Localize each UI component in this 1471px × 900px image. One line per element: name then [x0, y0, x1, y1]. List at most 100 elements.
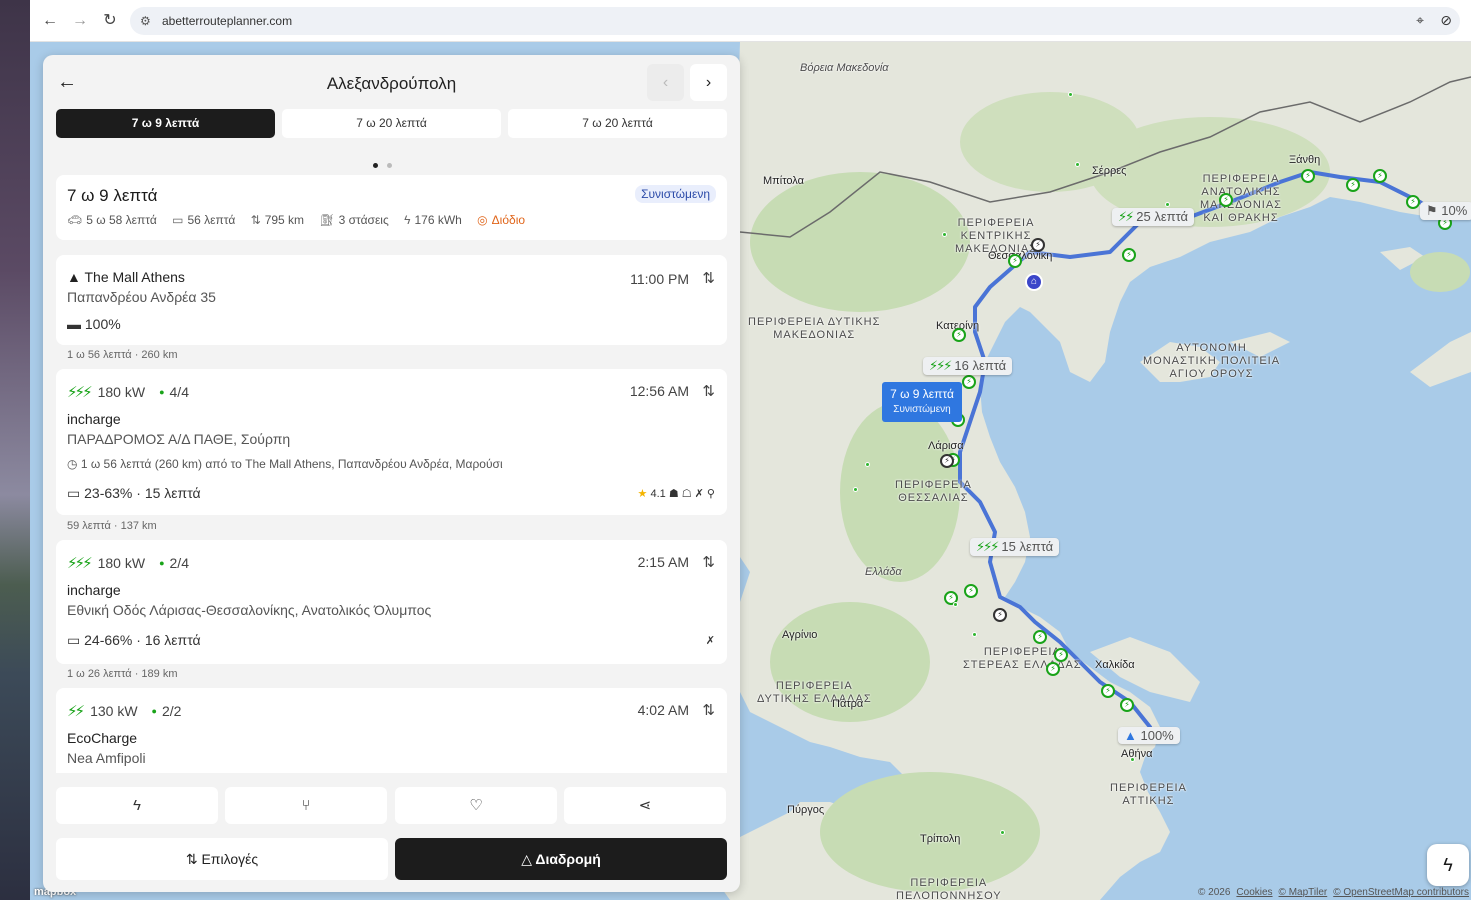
map-label-north-macedonia: Βόρεια Μακεδονία — [800, 62, 889, 74]
charger-dot[interactable] — [1165, 202, 1170, 207]
route-summary-card[interactable]: 7 ω 9 λεπτά Συνιστώμενη 🚗︎ 5 ω 58 λεπτά ▭… — [56, 175, 727, 240]
heart-icon: ♡ — [469, 797, 483, 814]
charging-stop-card[interactable]: ⚡⚡ 130 kW 2/2 4:02 AM ⇅ EcoCharge Nea Amfi… — [56, 688, 727, 773]
map-label-xanthi: Ξάνθη — [1289, 154, 1321, 166]
chip-label: 16 λεπτά — [954, 358, 1007, 373]
stop-charge-range: 23-63% — [84, 485, 133, 501]
maptiler-link[interactable]: © MapTiler — [1279, 887, 1328, 898]
back-arrow-icon[interactable]: ← — [38, 9, 62, 33]
charger-pin[interactable]: ⚡ — [1373, 169, 1387, 183]
charger-dot[interactable] — [865, 462, 870, 467]
stop-availability: 2/2 — [152, 703, 182, 719]
site-settings-icon[interactable]: ⚙ — [140, 14, 151, 28]
eye-slash-icon[interactable]: ⊘ — [1440, 12, 1452, 29]
charger-pin[interactable]: ⚡ — [1120, 698, 1134, 712]
waypoint-pin[interactable]: ⚡ — [1031, 238, 1045, 252]
map-label-thessaly: ΠΕΡΙΦΕΡΕΙΑ ΘΕΣΣΑΛΙΑΣ — [895, 479, 972, 504]
charge-duration-chip[interactable]: ⚡⚡⚡ 15 λεπτά — [970, 538, 1060, 556]
charger-pin[interactable]: ⚡ — [1046, 662, 1060, 676]
star-icon: ★ — [637, 488, 648, 500]
reload-icon[interactable]: ↻ — [98, 9, 122, 33]
adjust-time-icon[interactable]: ⇅ — [702, 382, 715, 400]
charger-pin[interactable]: ⚡ — [1033, 630, 1047, 644]
charger-pin[interactable]: ⚡ — [1406, 195, 1420, 209]
stop-power: 180 kW — [97, 384, 146, 400]
origin-card[interactable]: ▲ The Mall Athens 11:00 PM ⇅ Παπανδρέου … — [56, 255, 727, 345]
charger-pin[interactable]: ⚡ — [1122, 248, 1136, 262]
charger-dot[interactable] — [853, 487, 858, 492]
adjust-time-icon[interactable]: ⇅ — [702, 269, 715, 287]
charger-dot[interactable] — [953, 602, 958, 607]
cookies-link[interactable]: Cookies — [1236, 887, 1272, 898]
clock-icon: ◷ — [67, 457, 78, 471]
alternatives-button[interactable]: ⑂ — [225, 787, 387, 824]
osm-link[interactable]: © OpenStreetMap contributors — [1333, 887, 1469, 898]
page-dot[interactable] — [373, 163, 378, 168]
recommended-badge: Συνιστώμενη — [635, 185, 716, 203]
charger-filter-button[interactable]: ϟ — [1427, 844, 1469, 886]
charging-stop-card[interactable]: ⚡⚡⚡180 kW 4/4 12:56 AM ⇅ incharge ΠΑΡΑΔΡΟ… — [56, 369, 727, 515]
page-dot[interactable] — [387, 163, 392, 168]
adjust-time-icon[interactable]: ⇅ — [702, 553, 715, 571]
options-button[interactable]: ⇅ Επιλογές — [56, 838, 388, 880]
energy-total: 176 kWh — [414, 213, 462, 227]
charger-pin[interactable]: ⚡ — [964, 584, 978, 598]
chevron-left-icon: ‹ — [662, 74, 669, 91]
charger-dot[interactable] — [972, 632, 977, 637]
route-option-tab-2[interactable]: 7 ω 20 λεπτά — [282, 109, 501, 138]
charger-pin[interactable]: ⚡ — [952, 328, 966, 342]
route-panel: ← Αλεξανδρούπολη ‹ › 7 ω 9 λεπτά 7 ω 20 … — [43, 55, 740, 892]
charge-duration-chip[interactable]: ⚡⚡⚡ 16 λεπτά — [923, 357, 1013, 375]
map-label-larisa: Λάρισα — [928, 440, 964, 452]
charger-dot[interactable] — [942, 232, 947, 237]
charger-pin[interactable]: ⚡ — [1008, 254, 1022, 268]
map-label-pyrgos: Πύργος — [787, 804, 825, 816]
share-button[interactable]: ⋖ — [564, 787, 726, 824]
charger-pin[interactable]: ⚡ — [962, 375, 976, 389]
charge-duration-chip[interactable]: ⚡⚡ 25 λεπτά — [1112, 208, 1195, 226]
location-pin-icon[interactable]: ⌖ — [1416, 12, 1424, 29]
charger-pin[interactable]: ⚡ — [1101, 684, 1115, 698]
browser-toolbar: ← → ↻ ⚙ abetterrouteplanner.com ⌖ ⊘ — [30, 0, 1471, 42]
route-option-tab-3[interactable]: 7 ω 20 λεπτά — [508, 109, 727, 138]
stop-rating: 4.1 — [650, 488, 666, 500]
start-battery-chip[interactable]: ▲ 100% — [1118, 727, 1180, 744]
map-label-chalkida: Χαλκίδα — [1095, 659, 1135, 671]
home-icon[interactable]: ⌂ — [1025, 273, 1043, 291]
itinerary-list[interactable]: ▲ The Mall Athens 11:00 PM ⇅ Παπανδρέου … — [43, 255, 740, 773]
charger-station-icon: ⛽︎ — [319, 213, 335, 227]
adjust-time-icon[interactable]: ⇅ — [702, 701, 715, 719]
charger-dot[interactable] — [1000, 830, 1005, 835]
prev-route-button[interactable]: ‹ — [647, 64, 684, 101]
toll-label: Διόδιο — [491, 213, 526, 227]
restaurant-icon: ✗ — [705, 635, 715, 647]
charger-pin[interactable]: ⚡ — [1219, 193, 1233, 207]
charger-pin[interactable]: ⚡ — [1054, 648, 1068, 662]
charger-dot[interactable] — [1075, 162, 1080, 167]
charger-pin[interactable]: ⚡ — [1301, 169, 1315, 183]
route-option-tab-1[interactable]: 7 ω 9 λεπτά — [56, 109, 275, 138]
energy-icon: ϟ — [404, 213, 411, 227]
waypoint-pin[interactable]: ⚡ — [940, 454, 954, 468]
charging-stop-card[interactable]: ⚡⚡⚡180 kW 2/4 2:15 AM ⇅ incharge Εθνική Ο… — [56, 540, 727, 664]
forward-arrow-icon[interactable]: → — [68, 9, 92, 33]
url-text[interactable]: abetterrouteplanner.com — [162, 14, 292, 28]
waypoint-pin[interactable]: ⚡ — [993, 608, 1007, 622]
charger-dot[interactable] — [1068, 92, 1073, 97]
charger-pin[interactable]: ⚡ — [1346, 178, 1360, 192]
address-bar[interactable]: ⚙ abetterrouteplanner.com ⌖ ⊘ — [130, 7, 1460, 35]
end-battery-chip[interactable]: ⚑ 10% — [1420, 202, 1471, 220]
forest-area — [1410, 252, 1470, 292]
summary-stats: 🚗︎ 5 ω 58 λεπτά ▭ 56 λεπτά ⇅ 795 km ⛽︎ 3 στά… — [67, 213, 537, 227]
lightning-icon: ϟ — [1443, 855, 1453, 875]
summary-title: 7 ω 9 λεπτά — [67, 186, 158, 205]
map-label-patra: Πάτρα — [832, 698, 864, 710]
charger-dot[interactable] — [1130, 757, 1135, 762]
origin-name-text: The Mall Athens — [84, 269, 185, 285]
next-route-button[interactable]: › — [690, 64, 727, 101]
favorite-button[interactable]: ♡ — [395, 787, 557, 824]
route-button[interactable]: △ Διαδρομή — [395, 838, 727, 880]
chargers-button[interactable]: ϟ — [56, 787, 218, 824]
route-tooltip[interactable]: 7 ω 9 λεπτά Συνιστώμενη — [882, 382, 962, 422]
map-label-bitola: Μπίτολα — [763, 175, 804, 187]
